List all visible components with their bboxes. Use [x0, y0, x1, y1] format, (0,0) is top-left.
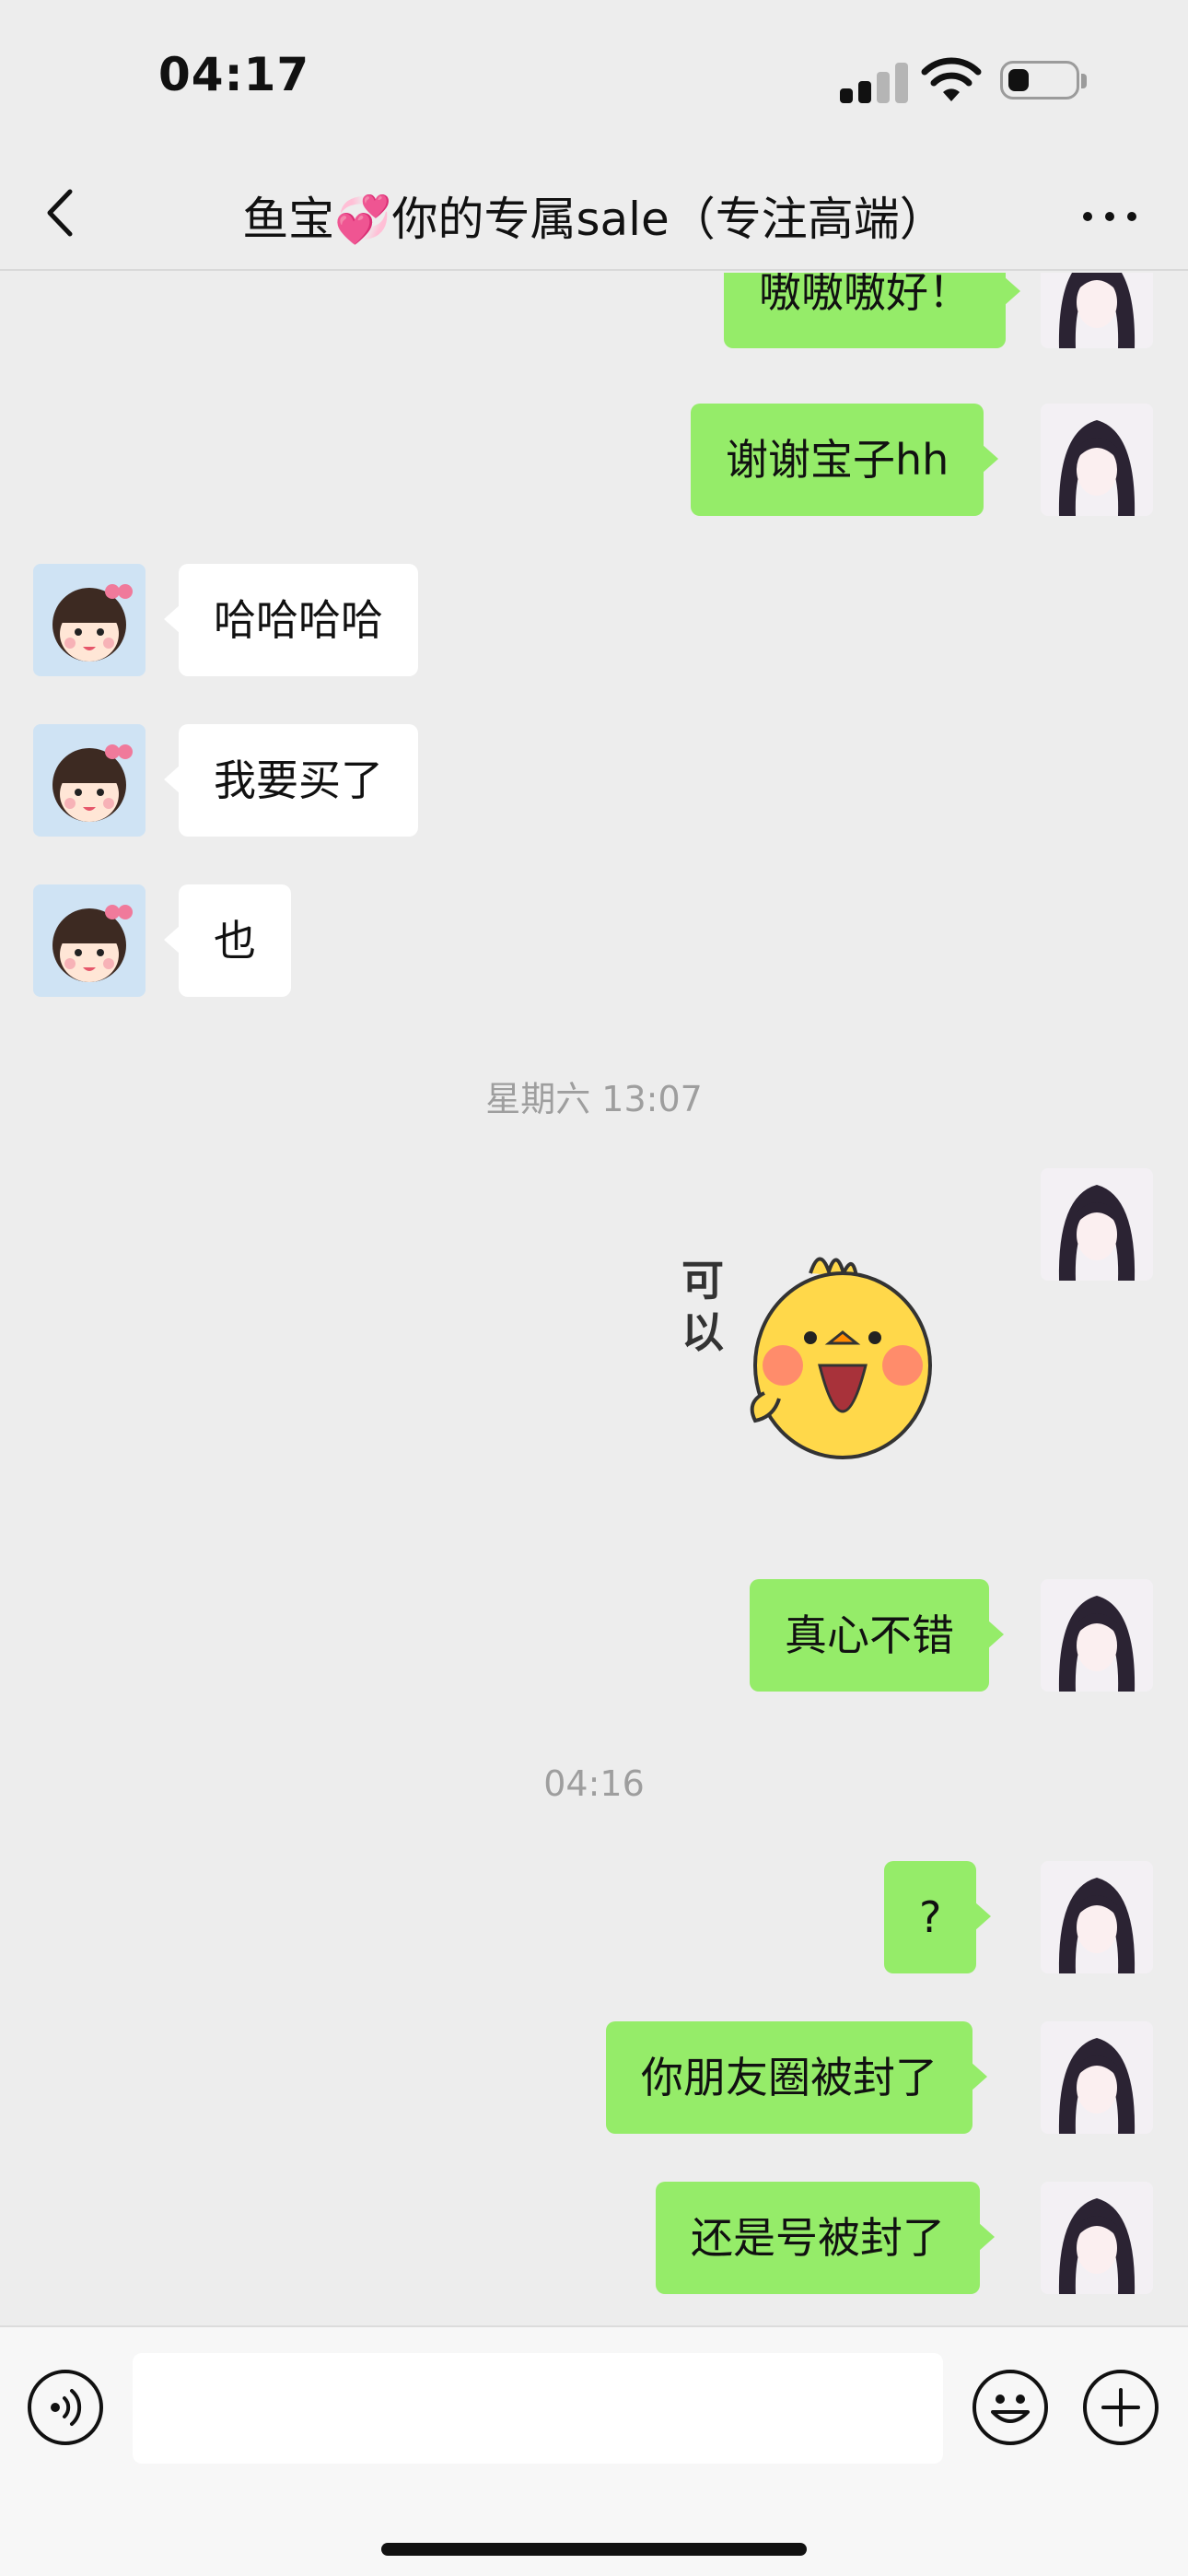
avatar-maruko-image [33, 724, 146, 837]
avatar-maruko-image [33, 564, 146, 676]
message-bubble-outgoing[interactable]: 还是号被封了 [656, 2182, 995, 2294]
contact-avatar[interactable] [33, 564, 146, 676]
my-avatar[interactable] [1041, 404, 1153, 516]
message-input[interactable] [133, 2353, 943, 2464]
avatar-girl-image [1041, 404, 1153, 516]
avatar-girl-image [1041, 1579, 1153, 1692]
avatar-girl-image [1041, 273, 1153, 348]
contact-avatar[interactable] [33, 724, 146, 837]
message-bubble-incoming[interactable]: 我要买了 [164, 724, 418, 837]
chat-title: 鱼宝💞你的专属sale（专注高端） [242, 193, 946, 246]
message-bubble-outgoing[interactable]: ? [884, 1861, 992, 1973]
message-bubble-incoming[interactable]: 哈哈哈哈 [164, 564, 418, 676]
back-chevron-icon[interactable] [37, 181, 92, 245]
chick-sticker-icon [750, 1257, 932, 1459]
my-avatar[interactable] [1041, 1579, 1153, 1692]
message-list[interactable]: 嗷嗷嗷好！ 谢谢宝子hh 哈哈哈哈 我要买了 也 星期六 13:07 可以 真心… [0, 273, 1188, 2325]
smiley-face-icon [991, 2395, 1030, 2423]
message-bubble-outgoing[interactable]: 你朋友圈被封了 [606, 2021, 987, 2134]
avatar-maruko-image [33, 884, 146, 997]
my-avatar[interactable] [1041, 2182, 1153, 2294]
emoji-icon[interactable] [973, 2370, 1048, 2445]
avatar-girl-image [1041, 2182, 1153, 2294]
contact-avatar[interactable] [33, 884, 146, 997]
my-avatar[interactable] [1041, 1168, 1153, 1281]
my-avatar[interactable] [1041, 2021, 1153, 2134]
status-time: 04:17 [158, 48, 310, 101]
chat-screen: 04:17 鱼宝💞你的专属sale（专注高端） 嗷嗷嗷好！ 谢谢宝子hh 哈哈哈… [0, 0, 1188, 2576]
cellular-signal-icon [840, 63, 914, 103]
my-avatar[interactable] [1041, 1861, 1153, 1973]
avatar-girl-image [1041, 1168, 1153, 1281]
battery-icon [1000, 61, 1079, 100]
avatar-girl-image [1041, 2021, 1153, 2134]
message-bubble-outgoing[interactable]: 真心不错 [750, 1579, 1004, 1692]
voice-icon[interactable] [28, 2370, 103, 2445]
message-bubble-incoming[interactable]: 也 [164, 884, 291, 997]
plus-icon[interactable] [1083, 2370, 1159, 2445]
wifi-icon [921, 57, 982, 101]
chat-header: 鱼宝💞你的专属sale（专注高端） [0, 157, 1188, 271]
status-bar: 04:17 [0, 0, 1188, 157]
message-bubble-outgoing[interactable]: 谢谢宝子hh [691, 404, 999, 516]
input-bar [0, 2325, 1188, 2576]
my-avatar[interactable] [1041, 273, 1153, 348]
message-bubble-outgoing[interactable]: 嗷嗷嗷好！ [724, 273, 1020, 348]
battery-cap [1081, 74, 1087, 88]
chick-sticker[interactable]: 可以 [681, 1236, 958, 1494]
more-dots-icon[interactable] [1074, 182, 1147, 247]
timestamp: 星期六 13:07 [485, 1079, 703, 1119]
timestamp: 04:16 [543, 1763, 645, 1804]
home-indicator[interactable] [381, 2543, 807, 2556]
avatar-girl-image [1041, 1861, 1153, 1973]
add-plus-icon [1101, 2388, 1140, 2427]
voice-waves-icon [51, 2389, 82, 2426]
